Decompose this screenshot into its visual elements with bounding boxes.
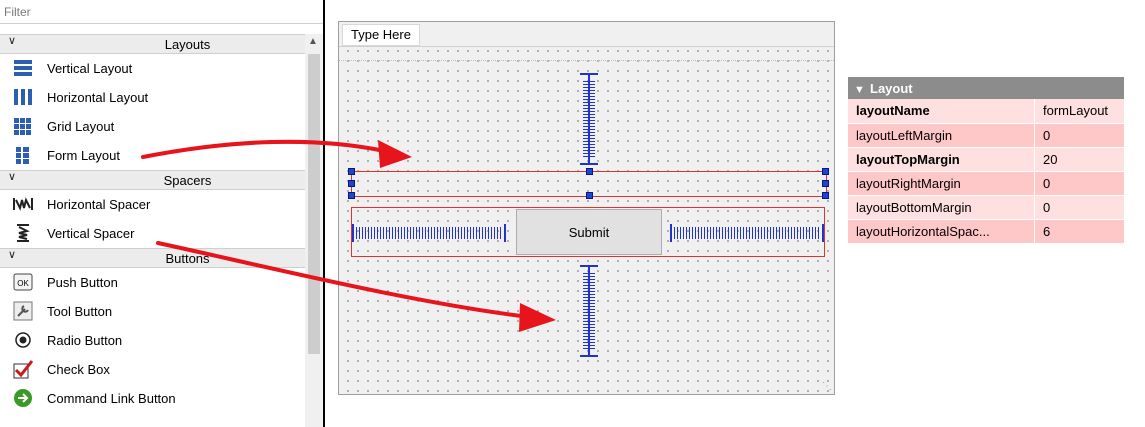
- scrollbar-thumb[interactable]: [308, 54, 320, 354]
- selection-handle[interactable]: [586, 192, 593, 199]
- selection-handle[interactable]: [348, 192, 355, 199]
- horizontal-layout-icon: [12, 87, 34, 107]
- chevron-down-icon[interactable]: ▼: [848, 84, 870, 96]
- property-row[interactable]: layoutHorizontalSpac... 6: [848, 219, 1124, 244]
- selection-handle[interactable]: [348, 180, 355, 187]
- property-value[interactable]: 0: [1034, 123, 1124, 148]
- property-value[interactable]: 0: [1034, 171, 1124, 196]
- menu-type-here[interactable]: Type Here: [342, 24, 420, 46]
- property-name: layoutBottomMargin: [848, 195, 1035, 220]
- property-section-title: Layout: [870, 80, 913, 96]
- widget-list: ∨ Layouts Vertical Layout Horizontal Layout…: [0, 34, 305, 413]
- resize-grip-icon[interactable]: ⋱: [822, 381, 832, 392]
- widget-item-command-link-button[interactable]: Command Link Button: [0, 384, 305, 413]
- form-layout-container[interactable]: [348, 168, 829, 199]
- widget-item-tool-button[interactable]: Tool Button: [0, 297, 305, 326]
- svg-text:OK: OK: [17, 279, 29, 288]
- widget-item-vertical-layout[interactable]: Vertical Layout: [0, 54, 305, 83]
- category-label: Layouts: [164, 37, 211, 52]
- grid-layout-icon: [12, 116, 34, 136]
- selection-handle[interactable]: [822, 168, 829, 175]
- selection-handle[interactable]: [586, 168, 593, 175]
- form-menubar: Type Here: [339, 22, 834, 47]
- property-name: layoutRightMargin: [848, 171, 1035, 196]
- property-section-header[interactable]: ▼ Layout: [848, 77, 1124, 99]
- menubar-separator: [339, 48, 834, 61]
- property-row[interactable]: layoutRightMargin 0: [848, 171, 1124, 196]
- push-button-icon: OK: [12, 272, 34, 292]
- widget-item-label: Grid Layout: [47, 119, 115, 134]
- widget-item-label: Push Button: [47, 275, 118, 290]
- horizontal-layout-container[interactable]: Submit: [351, 207, 825, 257]
- widget-item-label: Horizontal Spacer: [47, 197, 151, 212]
- property-value[interactable]: 0: [1034, 195, 1124, 220]
- vertical-spacer-top[interactable]: [580, 73, 598, 165]
- command-link-icon: [12, 388, 34, 408]
- tool-button-icon: [12, 301, 34, 321]
- widget-item-label: Tool Button: [47, 304, 113, 319]
- widget-item-grid-layout[interactable]: Grid Layout: [0, 112, 305, 141]
- widget-item-push-button[interactable]: OK Push Button: [0, 268, 305, 297]
- property-row[interactable]: layoutLeftMargin 0: [848, 123, 1124, 148]
- vertical-spacer-icon: [12, 223, 34, 243]
- widget-item-label: Check Box: [47, 362, 110, 377]
- property-row[interactable]: layoutName formLayout: [848, 99, 1124, 124]
- property-editor-table: ▼ Layout layoutName formLayout layoutLeftMa…: [848, 77, 1124, 244]
- horizontal-spacer-icon: [12, 194, 34, 214]
- category-header-buttons[interactable]: ∨ Buttons: [0, 248, 305, 268]
- widget-item-horizontal-spacer[interactable]: Horizontal Spacer: [0, 190, 305, 219]
- property-rows: layoutName formLayout layoutLeftMargin 0 lay…: [848, 99, 1124, 244]
- submit-button[interactable]: Submit: [516, 209, 662, 255]
- widget-item-label: Radio Button: [47, 333, 123, 348]
- property-value[interactable]: 20: [1034, 147, 1124, 172]
- property-row[interactable]: layoutTopMargin 20: [848, 147, 1124, 172]
- property-value[interactable]: formLayout: [1034, 99, 1124, 124]
- widget-item-check-box[interactable]: Check Box: [0, 355, 305, 384]
- property-name: layoutLeftMargin: [848, 123, 1035, 148]
- scroll-up-arrow-icon[interactable]: ▲: [308, 36, 318, 47]
- horizontal-spacer-right[interactable]: [670, 224, 824, 242]
- form-layout-icon: [12, 145, 34, 165]
- widget-item-label: Command Link Button: [47, 391, 176, 406]
- widget-item-label: Horizontal Layout: [47, 90, 149, 105]
- property-name: layoutHorizontalSpac...: [848, 219, 1035, 244]
- widget-item-label: Form Layout: [47, 148, 120, 163]
- widget-item-radio-button[interactable]: Radio Button: [0, 326, 305, 355]
- vertical-spacer-bottom[interactable]: [580, 265, 598, 357]
- selection-handle[interactable]: [348, 168, 355, 175]
- selection-handle[interactable]: [822, 180, 829, 187]
- category-header-spacers[interactable]: ∨ Spacers: [0, 170, 305, 190]
- widget-item-form-layout[interactable]: Form Layout: [0, 141, 305, 170]
- widget-item-horizontal-layout[interactable]: Horizontal Layout: [0, 83, 305, 112]
- filter-input[interactable]: [0, 0, 323, 24]
- category-label: Buttons: [165, 251, 210, 266]
- property-name: layoutName: [848, 99, 1035, 124]
- widget-item-vertical-spacer[interactable]: Vertical Spacer: [0, 219, 305, 248]
- selection-handle[interactable]: [822, 192, 829, 199]
- vertical-layout-icon: [12, 58, 34, 78]
- property-name: layoutTopMargin: [848, 147, 1035, 172]
- radio-button-icon: [12, 330, 34, 350]
- category-header-layouts[interactable]: ∨ Layouts: [0, 34, 305, 54]
- horizontal-spacer-left[interactable]: [352, 224, 506, 242]
- form-editor-canvas[interactable]: Type Here Submit ⋱: [338, 21, 835, 395]
- check-box-icon: [12, 359, 34, 379]
- property-row[interactable]: layoutBottomMargin 0: [848, 195, 1124, 220]
- widget-box-scrollbar[interactable]: ▲: [305, 34, 323, 427]
- widget-box-panel: ∨Layouts Vertical Layout Horizontal Layout…: [0, 0, 325, 427]
- property-value[interactable]: 6: [1034, 219, 1124, 244]
- widget-item-label: Vertical Spacer: [47, 226, 135, 241]
- category-label: Spacers: [163, 173, 212, 188]
- widget-item-label: Vertical Layout: [47, 61, 133, 76]
